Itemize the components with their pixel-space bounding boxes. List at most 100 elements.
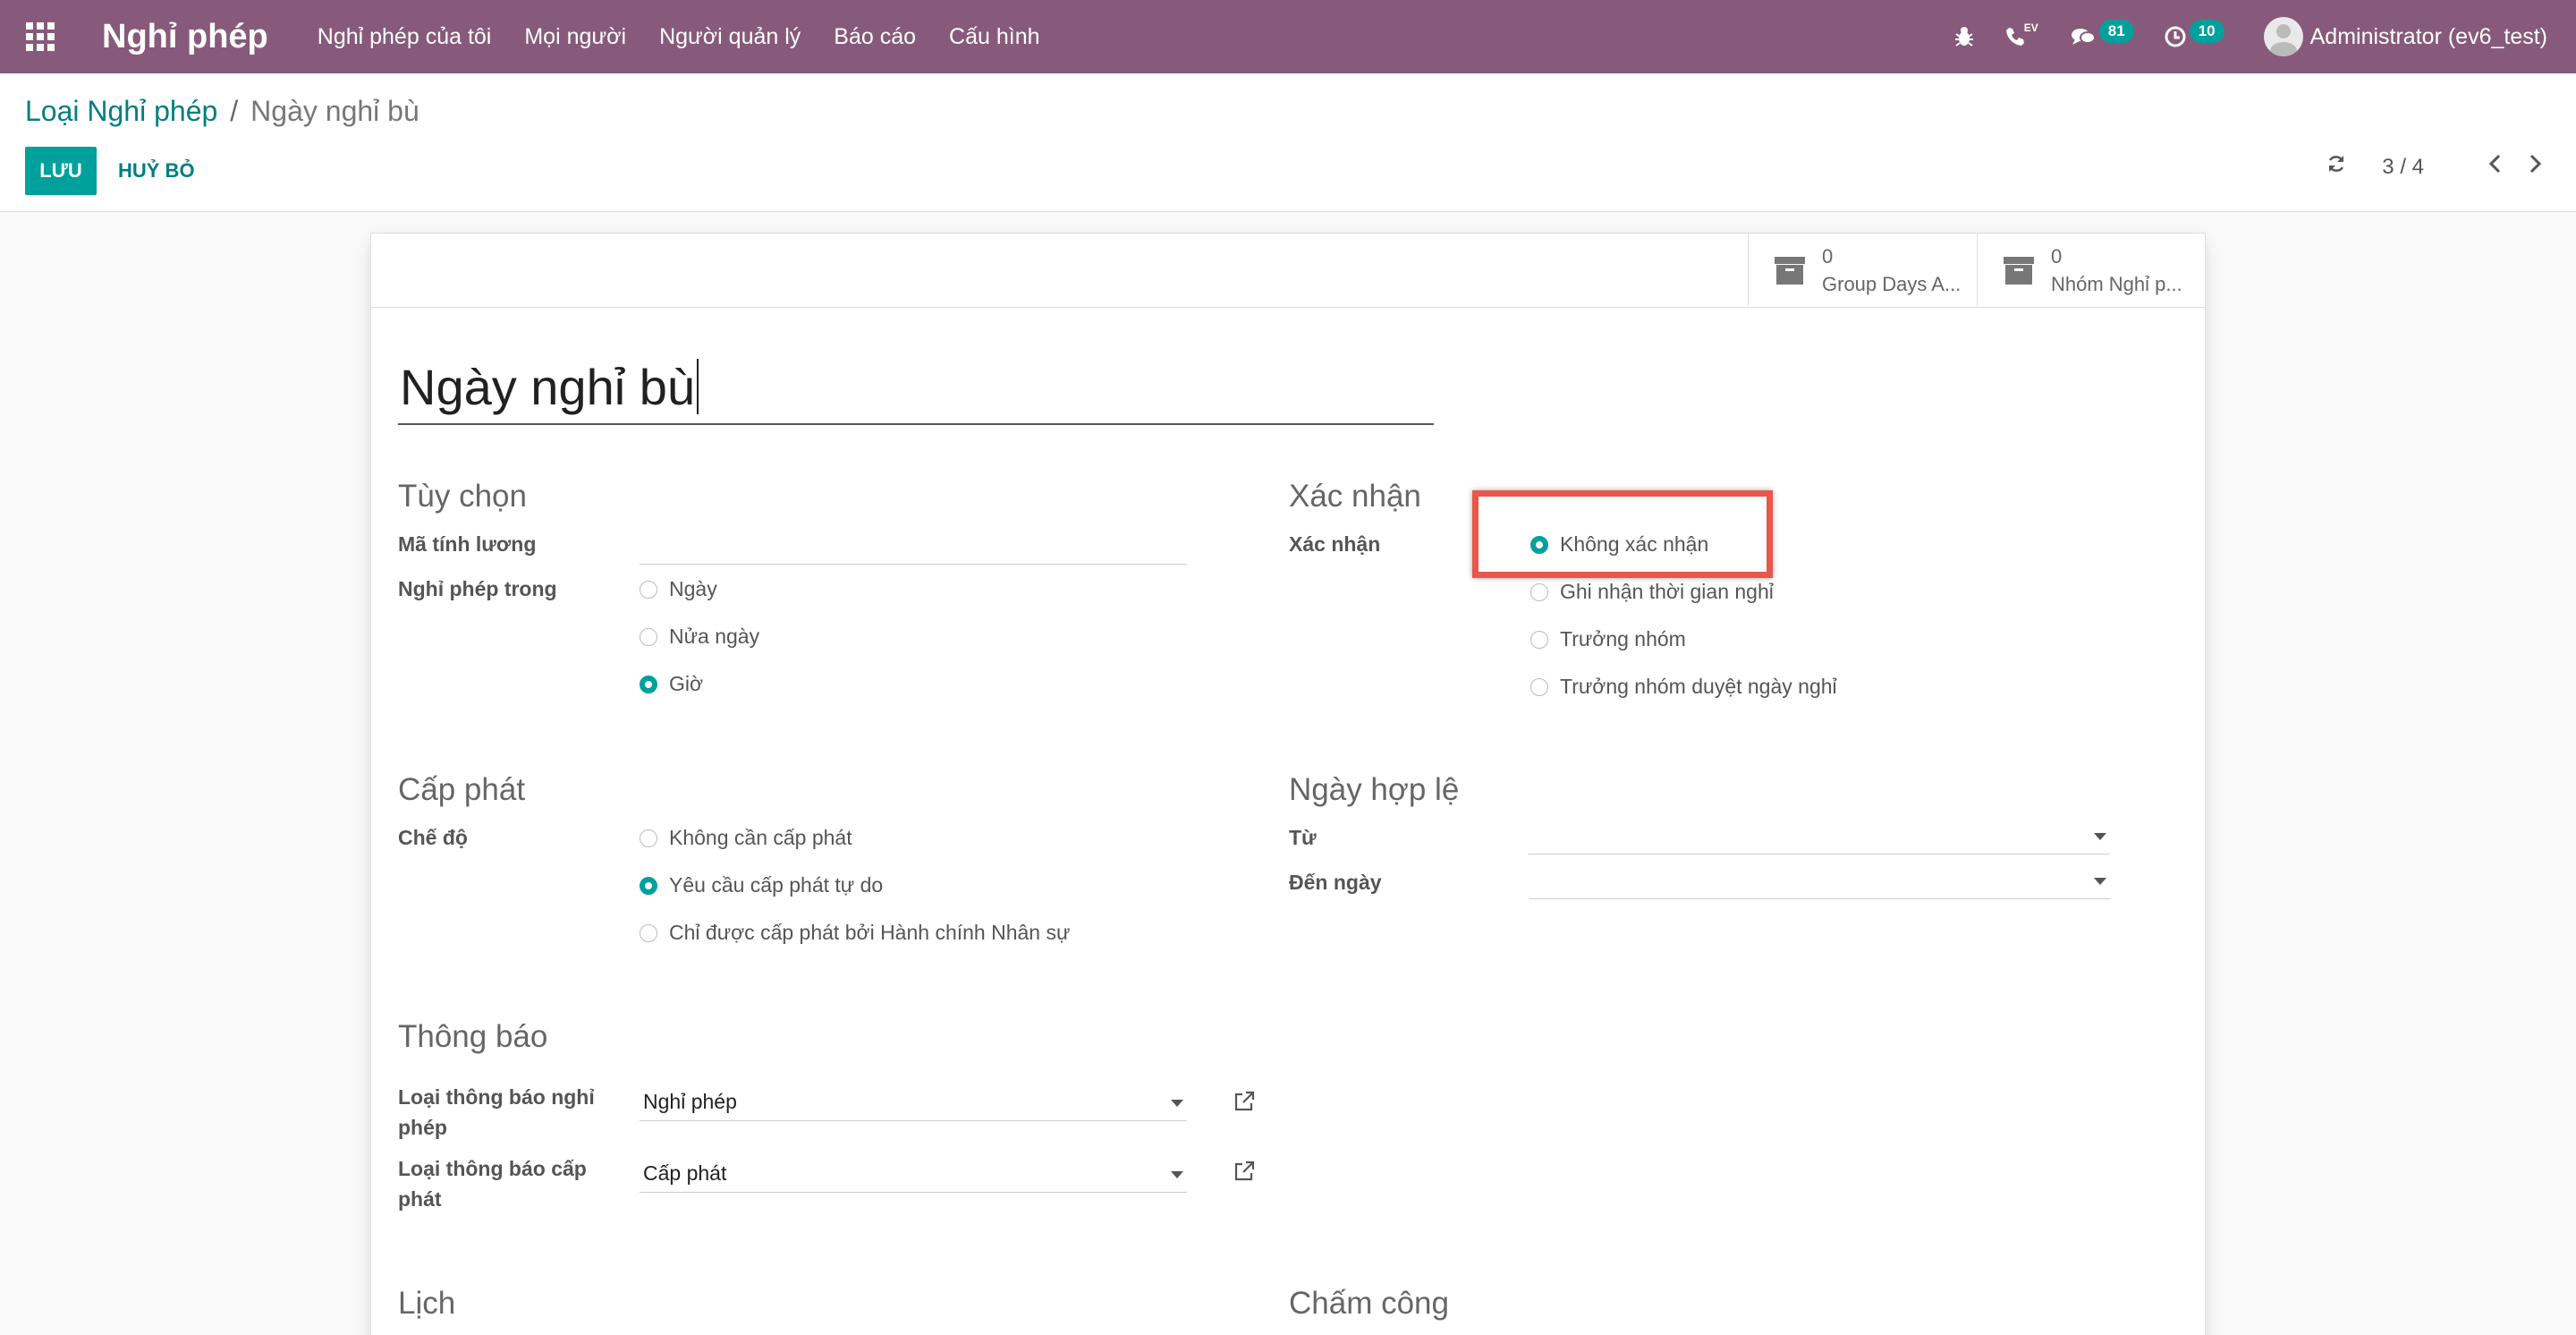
stat-value: 0 — [2051, 244, 2063, 268]
radio-no-validation[interactable]: Không xác nhận — [1530, 532, 1708, 557]
messages-icon[interactable]: 81 — [2071, 20, 2134, 48]
avatar — [2263, 17, 2303, 56]
radio-allocated-by-hr[interactable]: Chỉ được cấp phát bởi Hành chính Nhân sự — [640, 921, 1070, 945]
radio-dot — [1530, 630, 1548, 649]
radio-dot — [640, 923, 657, 942]
validity-from-field[interactable] — [1529, 817, 2110, 855]
allocation-group-title: Cấp phát — [398, 772, 526, 807]
radio-dot-selected — [1530, 535, 1548, 554]
pager-next-icon[interactable] — [2529, 154, 2542, 180]
radio-dot — [640, 829, 657, 847]
leave-in-label: Nghỉ phép trong — [398, 577, 557, 600]
breadcrumb-separator: / — [230, 95, 239, 127]
alloc-notif-type-value: Cấp phát — [643, 1161, 727, 1185]
stat-value: 0 — [1822, 244, 1834, 268]
messages-badge: 81 — [2098, 20, 2134, 43]
divider — [371, 307, 2205, 308]
save-button[interactable]: LƯU — [25, 147, 97, 195]
menu-configuration[interactable]: Cấu hình — [949, 24, 1039, 50]
external-link-icon[interactable] — [1233, 1091, 1255, 1112]
archive-icon — [1775, 257, 1805, 285]
alloc-notif-type-select[interactable]: Cấp phát — [640, 1155, 1187, 1193]
menu-my-leaves[interactable]: Nghỉ phép của tôi — [318, 24, 492, 50]
radio-label: Yêu cầu cấp phát tự do — [669, 873, 884, 897]
dropdown-caret-icon — [1171, 1171, 1183, 1178]
menu-reporting[interactable]: Báo cáo — [834, 24, 916, 50]
text-cursor — [697, 359, 699, 414]
radio-free-allocation-request[interactable]: Yêu cầu cấp phát tự do — [640, 873, 883, 897]
voip-phone-icon[interactable]: EV — [2004, 21, 2040, 47]
radio-no-allocation[interactable]: Không cần cấp phát — [640, 826, 852, 850]
navbar-systray: EV 81 10 Administrator (ev6_test) — [1924, 0, 2547, 73]
breadcrumb-current: Ngày nghỉ bù — [250, 95, 419, 127]
allocation-mode-label: Chế độ — [398, 826, 468, 849]
alloc-notif-type-label: Loại thông báo cấp phát — [398, 1157, 587, 1211]
radio-label: Ngày — [669, 577, 717, 600]
options-group-title: Tùy chọn — [398, 479, 527, 514]
menu-everyone[interactable]: Mọi người — [524, 24, 626, 50]
ev-tag: EV — [2023, 21, 2038, 34]
menu-managers[interactable]: Người quản lý — [659, 24, 801, 50]
archive-icon — [2004, 257, 2034, 285]
calendar-group-title: Lịch — [398, 1286, 456, 1321]
group-days-stat-button[interactable]: 0 Group Days A... — [1749, 234, 1978, 307]
pager: 3 / 4 — [2326, 154, 2542, 180]
leave-notif-type-label: Loại thông báo nghỉ phép — [398, 1085, 595, 1139]
radio-label: Trưởng nhóm — [1560, 627, 1686, 650]
radio-leave-in-hours[interactable]: Giờ — [640, 672, 703, 696]
radio-label: Không xác nhận — [1560, 532, 1709, 556]
radio-label: Chỉ được cấp phát bởi Hành chính Nhân sự — [669, 921, 1071, 944]
validity-from-label: Từ — [1289, 826, 1317, 849]
validity-to-field[interactable] — [1529, 862, 2110, 899]
leave-notif-type-select[interactable]: Nghỉ phép — [640, 1084, 1187, 1121]
payroll-code-input[interactable] — [640, 564, 1187, 565]
breadcrumb: Loại Nghỉ phép / Ngày nghỉ bù — [25, 95, 419, 128]
validation-group-title: Xác nhận — [1289, 479, 1421, 514]
leave-type-name-value: Ngày nghỉ bù — [400, 358, 696, 415]
user-name: Administrator (ev6_test) — [2309, 23, 2547, 49]
radio-leave-in-half-day[interactable]: Nửa ngày — [640, 625, 759, 649]
pager-counter[interactable]: 3 / 4 — [2382, 155, 2424, 180]
activities-badge: 10 — [2189, 20, 2224, 43]
radio-dot — [1530, 677, 1548, 696]
leave-group-stat-button[interactable]: 0 Nhóm Nghỉ p... — [1978, 234, 2205, 307]
refresh-icon[interactable] — [2326, 154, 2346, 180]
radio-label: Nửa ngày — [669, 625, 760, 648]
radio-dot — [640, 580, 657, 599]
user-menu[interactable]: Administrator (ev6_test) — [2263, 17, 2547, 56]
dropdown-caret-icon — [1171, 1100, 1183, 1107]
apps-menu-icon[interactable] — [25, 21, 55, 52]
leave-type-name-input[interactable]: Ngày nghỉ bù — [398, 350, 1434, 425]
top-navbar: Nghỉ phép Nghỉ phép của tôi Mọi người Ng… — [0, 0, 2576, 73]
radio-dot — [640, 627, 657, 646]
smart-button-box: 0 Group Days A... 0 Nhóm Nghỉ p... — [1748, 234, 2205, 307]
notification-group-title: Thông báo — [398, 1019, 548, 1054]
radio-dot — [1530, 582, 1548, 601]
radio-label: Giờ — [669, 672, 704, 695]
activities-clock-icon[interactable]: 10 — [2165, 20, 2224, 48]
stat-label: Nhóm Nghỉ p... — [2051, 272, 2182, 295]
radio-dot-selected — [640, 876, 657, 895]
timesheet-group-title: Chấm công — [1289, 1286, 1449, 1321]
control-panel: Loại Nghỉ phép / Ngày nghỉ bù LƯU HUỶ BỎ 3… — [0, 73, 2576, 212]
breadcrumb-parent[interactable]: Loại Nghỉ phép — [25, 95, 217, 127]
radio-leave-in-day[interactable]: Ngày — [640, 577, 717, 601]
radio-label: Trưởng nhóm duyệt ngày nghỉ — [1560, 675, 1837, 698]
radio-time-off-officer[interactable]: Ghi nhận thời gian nghỉ — [1530, 580, 1774, 604]
radio-label: Không cần cấp phát — [669, 826, 852, 849]
payroll-code-label: Mã tính lương — [398, 532, 537, 556]
discard-button[interactable]: HUỶ BỎ — [118, 147, 195, 195]
radio-team-leader[interactable]: Trưởng nhóm — [1530, 627, 1686, 651]
dropdown-caret-icon — [2094, 878, 2106, 885]
app-name[interactable]: Nghỉ phép — [102, 18, 268, 56]
external-link-icon[interactable] — [1233, 1161, 1255, 1182]
pager-previous-icon[interactable] — [2488, 154, 2501, 180]
debug-bug-icon[interactable] — [1954, 26, 1974, 47]
radio-team-leader-and-officer[interactable]: Trưởng nhóm duyệt ngày nghỉ — [1530, 675, 1837, 699]
form-sheet: 0 Group Days A... 0 Nhóm Nghỉ p... Ngày … — [370, 233, 2206, 1335]
leave-notif-type-value: Nghỉ phép — [643, 1090, 737, 1113]
validity-to-label: Đến ngày — [1289, 871, 1382, 894]
radio-dot-selected — [640, 675, 657, 693]
stat-label: Group Days A... — [1822, 272, 1962, 295]
validation-label: Xác nhận — [1289, 532, 1381, 556]
